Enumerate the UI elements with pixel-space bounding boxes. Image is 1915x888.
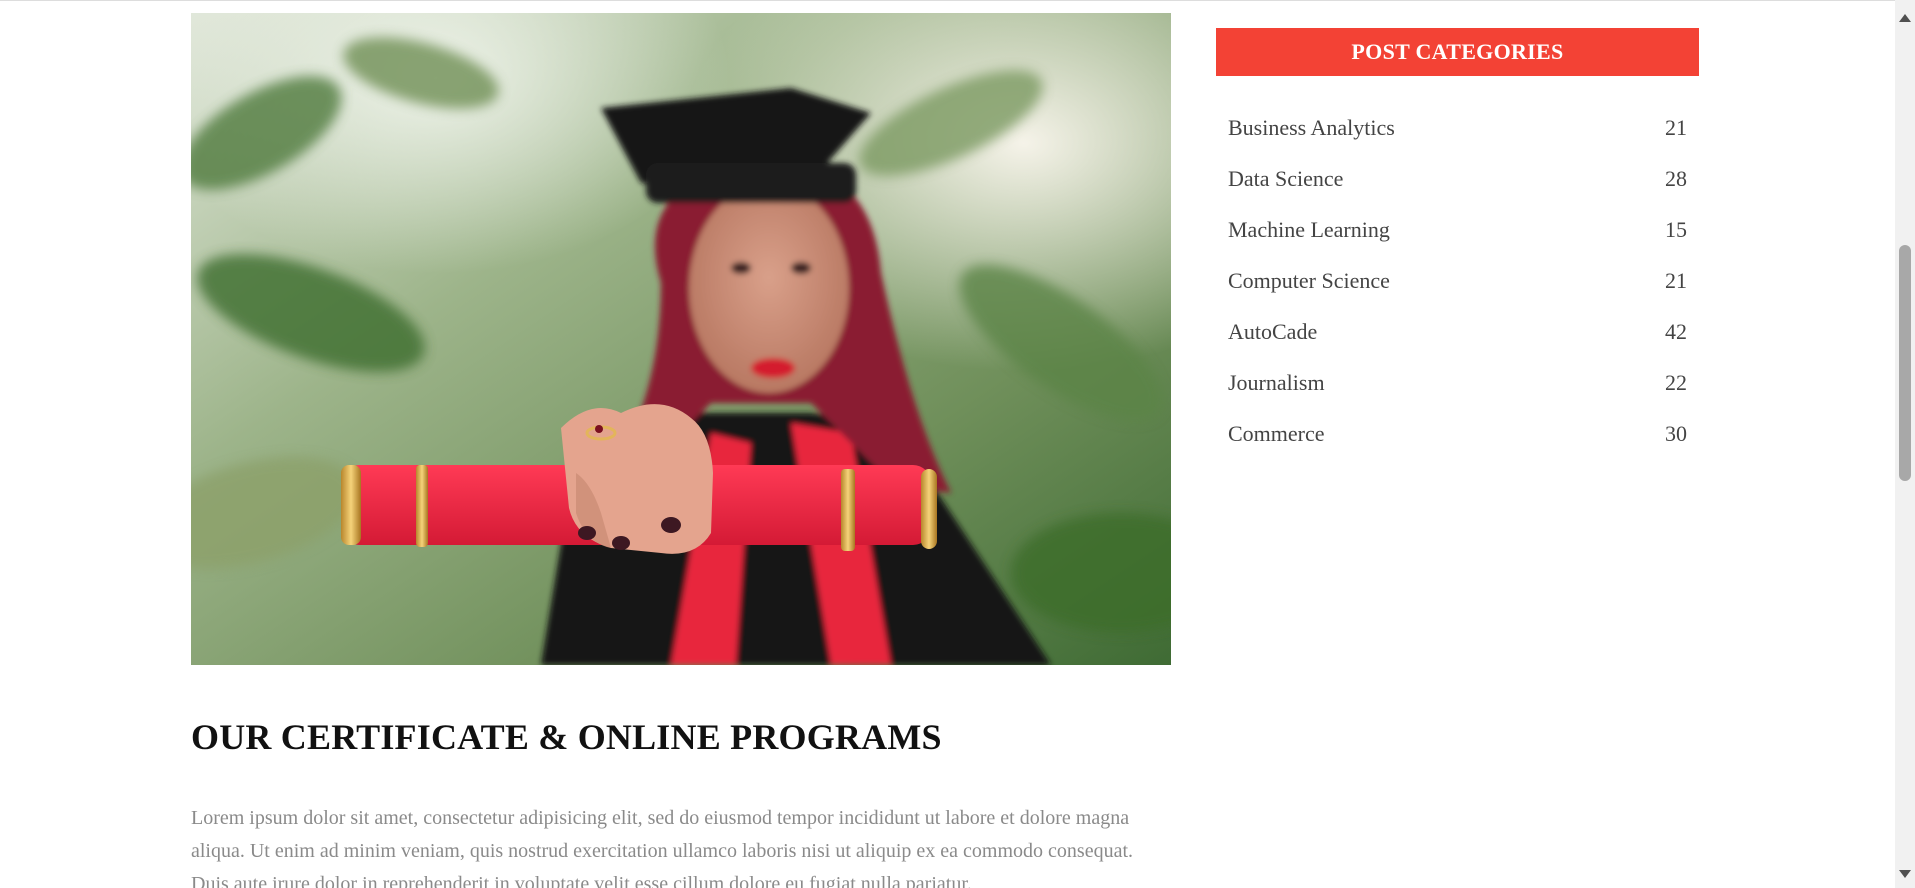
category-count: 21	[1665, 267, 1687, 293]
post-categories-widget: POST CATEGORIES Business Analytics 21 Da…	[1216, 28, 1699, 459]
scroll-up-icon[interactable]	[1899, 14, 1911, 22]
category-name[interactable]: Machine Learning	[1228, 217, 1390, 243]
category-count: 30	[1665, 420, 1687, 446]
category-name[interactable]: Commerce	[1228, 421, 1325, 447]
category-count: 42	[1665, 318, 1687, 344]
category-item-business-analytics[interactable]: Business Analytics 21	[1228, 102, 1687, 153]
category-name[interactable]: Journalism	[1228, 370, 1325, 396]
vertical-scrollbar[interactable]	[1895, 0, 1915, 888]
category-count: 15	[1665, 216, 1687, 242]
category-item-autocade[interactable]: AutoCade 42	[1228, 306, 1687, 357]
post-categories-header: POST CATEGORIES	[1216, 28, 1699, 76]
category-item-journalism[interactable]: Journalism 22	[1228, 357, 1687, 408]
category-name[interactable]: Business Analytics	[1228, 115, 1395, 141]
top-border	[0, 0, 1895, 1]
category-item-commerce[interactable]: Commerce 30	[1228, 408, 1687, 459]
category-count: 21	[1665, 114, 1687, 140]
category-count: 22	[1665, 369, 1687, 395]
article-body: Lorem ipsum dolor sit amet, consectetur …	[191, 806, 1134, 888]
page: OUR CERTIFICATE & ONLINE PROGRAMS Lorem …	[0, 0, 1915, 888]
category-item-machine-learning[interactable]: Machine Learning 15	[1228, 204, 1687, 255]
article: OUR CERTIFICATE & ONLINE PROGRAMS Lorem …	[191, 13, 1171, 888]
category-item-data-science[interactable]: Data Science 28	[1228, 153, 1687, 204]
category-list: Business Analytics 21 Data Science 28 Ma…	[1216, 102, 1699, 459]
category-name[interactable]: AutoCade	[1228, 319, 1317, 345]
category-item-computer-science[interactable]: Computer Science 21	[1228, 255, 1687, 306]
category-name[interactable]: Data Science	[1228, 166, 1343, 192]
page-title: OUR CERTIFICATE & ONLINE PROGRAMS	[191, 717, 942, 757]
graduate-photo	[191, 13, 1171, 665]
category-count: 28	[1665, 165, 1687, 191]
scrollbar-thumb[interactable]	[1899, 245, 1911, 481]
category-name[interactable]: Computer Science	[1228, 268, 1390, 294]
scroll-down-icon[interactable]	[1899, 870, 1911, 878]
